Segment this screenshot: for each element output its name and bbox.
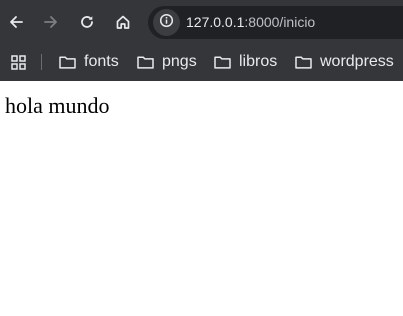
url-path: :8000/inicio: [244, 14, 316, 30]
reload-button[interactable]: [73, 8, 101, 36]
arrow-left-icon: [8, 14, 24, 30]
bookmark-folder-fonts[interactable]: fonts: [59, 50, 119, 74]
folder-icon: [59, 55, 76, 69]
bookmark-label: fonts: [84, 53, 119, 70]
bookmark-folder-libros[interactable]: libros: [214, 50, 277, 74]
bookmark-label: libros: [239, 53, 278, 70]
home-button[interactable]: [109, 8, 137, 36]
page-text: hola mundo: [5, 93, 110, 118]
apps-grid-icon: [9, 55, 28, 76]
info-icon: [159, 13, 174, 33]
bookmarks-divider: [41, 54, 42, 70]
bookmark-label: pngs: [162, 53, 197, 70]
site-info-button[interactable]: [153, 9, 180, 36]
apps-button[interactable]: [9, 53, 28, 72]
bookmarks-bar: fonts pngs libros wordpress: [0, 44, 403, 81]
address-bar[interactable]: 127.0.0.1:8000/inicio: [148, 6, 403, 39]
url-text[interactable]: 127.0.0.1:8000/inicio: [186, 14, 315, 31]
browser-toolbar: 127.0.0.1:8000/inicio: [0, 0, 403, 44]
forward-button[interactable]: [37, 8, 65, 36]
arrow-right-icon: [43, 14, 59, 30]
url-host: 127.0.0.1: [186, 14, 245, 30]
folder-icon: [214, 55, 231, 69]
page-content: hola mundo: [0, 81, 403, 316]
reload-icon: [79, 14, 95, 30]
bookmark-folder-pngs[interactable]: pngs: [137, 50, 197, 74]
bookmark-folder-wordpress[interactable]: wordpress: [295, 50, 394, 74]
folder-icon: [137, 55, 154, 69]
back-button[interactable]: [2, 8, 30, 36]
home-icon: [115, 14, 131, 30]
folder-icon: [295, 55, 312, 69]
bookmark-label: wordpress: [320, 53, 394, 70]
browser-window: 127.0.0.1:8000/inicio fonts pngs libros …: [0, 0, 403, 316]
